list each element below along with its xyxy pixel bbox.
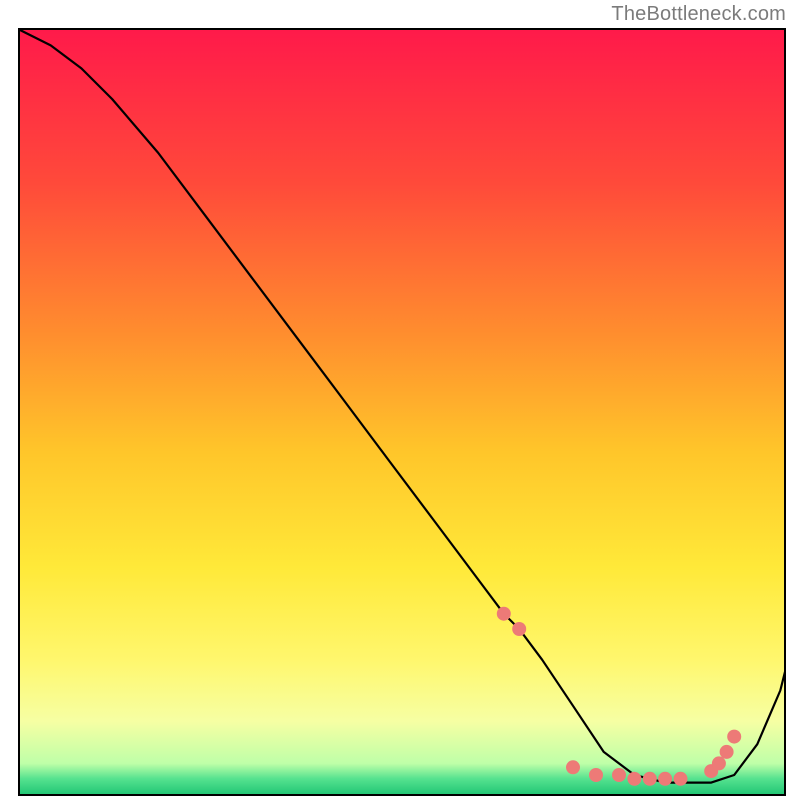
plot-area	[18, 28, 786, 796]
marker-dot	[589, 768, 603, 782]
marker-dot	[712, 756, 726, 770]
marker-dot	[658, 772, 672, 786]
marker-dot	[727, 730, 741, 744]
curve-layer	[20, 30, 786, 796]
marker-dot	[627, 772, 641, 786]
marker-dot	[720, 745, 734, 759]
chart-container: TheBottleneck.com	[0, 0, 800, 800]
marker-dot	[674, 772, 688, 786]
marker-dot	[497, 607, 511, 621]
curve-markers	[497, 607, 741, 786]
marker-dot	[643, 772, 657, 786]
bottleneck-curve	[20, 30, 786, 783]
marker-dot	[566, 760, 580, 774]
watermark-text: TheBottleneck.com	[611, 3, 786, 26]
marker-dot	[612, 768, 626, 782]
marker-dot	[512, 622, 526, 636]
